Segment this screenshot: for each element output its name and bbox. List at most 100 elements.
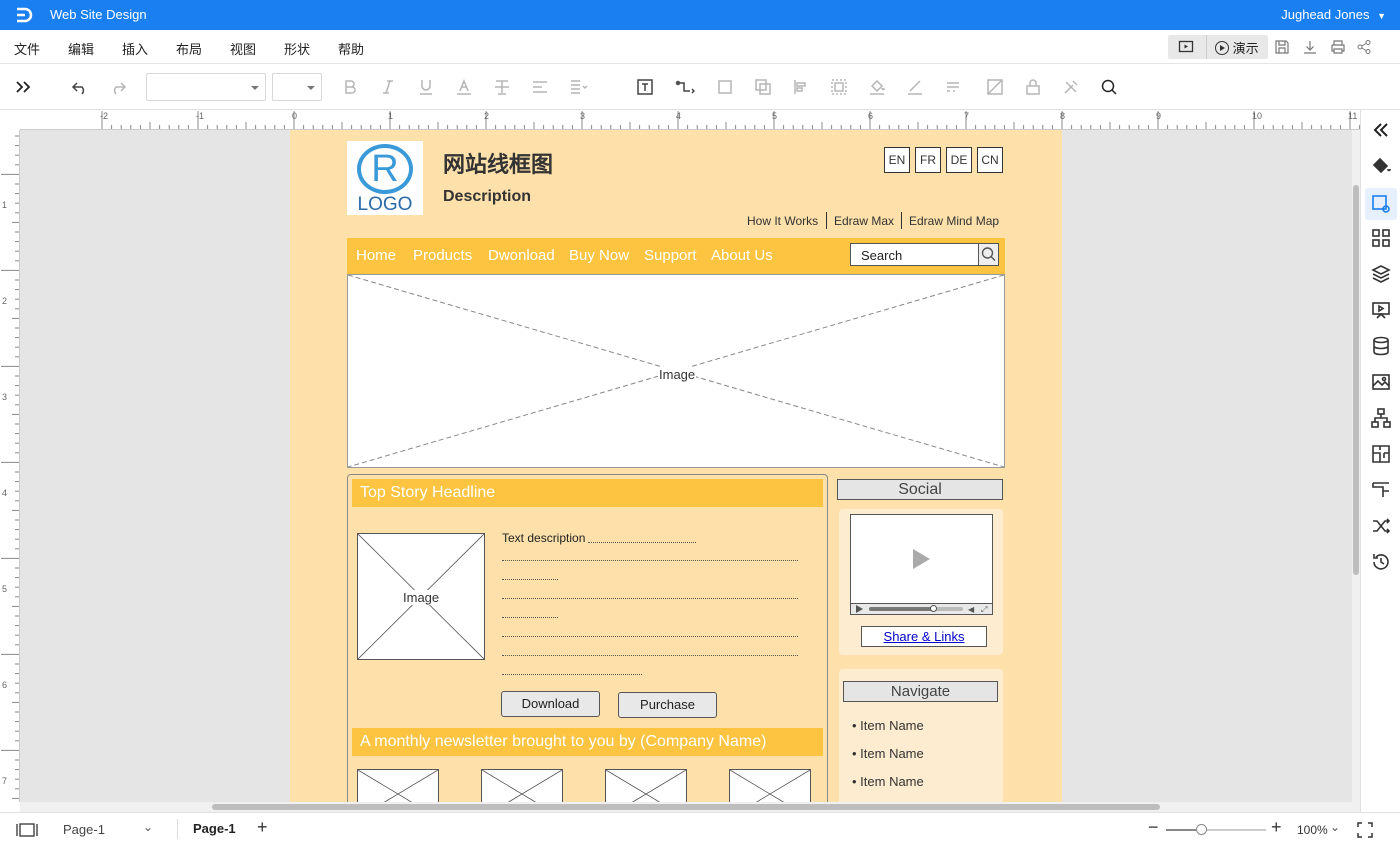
share-icon[interactable] [1356,39,1372,55]
fill-bucket-icon[interactable] [867,77,887,97]
floor-plan-icon[interactable] [1369,442,1393,466]
grid-icon[interactable] [1369,226,1393,250]
menu-layout[interactable]: 布局 [176,39,202,58]
zoom-level[interactable]: 100% [1297,823,1328,837]
site-search-button[interactable] [978,243,999,266]
nav-buy-now[interactable]: Buy Now [569,247,629,264]
underline-icon[interactable] [416,77,436,97]
add-page-icon[interactable]: + [257,817,268,838]
chevron-down-icon[interactable]: ⌄ [1330,820,1340,834]
page-selector[interactable]: Page-1 [63,822,105,837]
menu-edit[interactable]: 编辑 [68,39,94,58]
nav-list-item[interactable]: • Item Name [852,718,924,733]
align-icon[interactable] [530,77,550,97]
wireframe-page[interactable]: R LOGO 网站线框图 Description EN FR DE CN How… [290,130,1062,802]
org-chart-icon[interactable] [1369,406,1393,430]
download-button[interactable]: Download [501,691,600,717]
drawing-canvas[interactable]: R LOGO 网站线框图 Description EN FR DE CN How… [20,130,1352,802]
lang-fr-button[interactable]: FR [915,147,941,173]
undo-icon[interactable] [70,77,90,97]
menu-help[interactable]: 帮助 [338,39,364,58]
fullscreen-icon[interactable]: ⤢ [981,605,987,615]
tools-icon[interactable] [1061,77,1081,97]
arrange-icon[interactable] [753,77,773,97]
thumbnail-placeholder[interactable] [729,769,811,802]
lang-de-button[interactable]: DE [946,147,972,173]
tab-page-1[interactable]: Page-1 [193,821,236,836]
user-menu[interactable]: Jughead Jones ▼ [1281,7,1386,22]
line-style-icon[interactable] [945,77,965,97]
logo-placeholder[interactable]: R LOGO [347,141,423,215]
nav-download[interactable]: Dwonload [488,247,555,264]
save-icon[interactable] [1274,39,1290,55]
font-color-icon[interactable] [454,77,474,97]
link-edraw-max[interactable]: Edraw Max [834,214,894,228]
story-image-placeholder[interactable]: Image [357,533,485,660]
menu-view[interactable]: 视图 [230,39,256,58]
link-how-it-works[interactable]: How It Works [747,214,818,228]
nav-support[interactable]: Support [644,247,697,264]
vertical-scroll-thumb[interactable] [1353,185,1359,575]
thumbnail-placeholder[interactable] [605,769,687,802]
fullscreen-icon[interactable] [1357,822,1373,838]
database-icon[interactable] [1369,334,1393,358]
menu-insert[interactable]: 插入 [122,39,148,58]
site-search-input[interactable]: Search [850,243,980,266]
strikethrough-icon[interactable] [492,77,512,97]
print-icon[interactable] [1330,39,1346,55]
line-color-icon[interactable] [905,77,925,97]
horizontal-scrollbar[interactable] [20,802,1360,812]
horizontal-scroll-thumb[interactable] [212,804,1160,810]
link-edraw-mind-map[interactable]: Edraw Mind Map [909,214,999,228]
connector-icon[interactable] [675,77,696,97]
align-left-objects-icon[interactable] [791,77,811,97]
nav-about-us[interactable]: About Us [711,247,773,264]
page-panel-icon[interactable] [16,823,38,837]
thumbnail-placeholder[interactable] [481,769,563,802]
line-spacing-icon[interactable] [568,77,588,97]
share-links-link[interactable]: Share & Links [861,626,987,647]
group-icon[interactable] [829,77,849,97]
slideshow-icon[interactable] [1178,39,1194,55]
play-small-icon[interactable] [856,605,863,613]
volume-icon[interactable]: ◀ [968,605,974,614]
video-player[interactable]: ◀ ⤢ [850,514,993,615]
shuffle-icon[interactable] [1369,514,1393,538]
lang-cn-button[interactable]: CN [977,147,1003,173]
menu-shape[interactable]: 形状 [284,39,310,58]
collapse-right-icon[interactable] [1369,118,1393,142]
lang-en-button[interactable]: EN [884,147,910,173]
text-box-icon[interactable] [635,77,655,97]
hero-image-placeholder[interactable]: Image [347,274,1005,468]
layers-icon[interactable] [1369,262,1393,286]
image-icon[interactable] [1369,370,1393,394]
zoom-out-icon[interactable]: − [1148,817,1159,838]
nav-products[interactable]: Products [413,247,472,264]
no-edit-icon[interactable] [985,77,1005,97]
layout-icon[interactable] [1369,478,1393,502]
font-family-select[interactable] [146,73,266,101]
thumbnail-placeholder[interactable] [357,769,439,802]
italic-icon[interactable] [378,77,398,97]
menu-file[interactable]: 文件 [14,39,40,58]
purchase-button[interactable]: Purchase [618,692,717,718]
nav-list-item[interactable]: • Item Name [852,774,924,789]
zoom-in-icon[interactable]: + [1271,817,1282,838]
style-panel-icon[interactable] [1365,188,1397,220]
redo-icon[interactable] [108,77,128,97]
vertical-scrollbar[interactable] [1352,130,1360,802]
history-icon[interactable] [1369,550,1393,574]
fill-icon[interactable] [1369,154,1393,178]
collapse-panel-icon[interactable] [14,77,34,97]
presentation-icon[interactable] [1369,298,1393,322]
font-size-select[interactable] [272,73,322,101]
nav-home[interactable]: Home [356,247,396,264]
nav-list-item[interactable]: • Item Name [852,746,924,761]
lock-icon[interactable] [1023,77,1043,97]
present-button[interactable]: 演示 [1206,35,1268,59]
download-icon[interactable] [1302,39,1318,55]
border-icon[interactable] [715,77,735,97]
chevron-down-icon[interactable]: ⌄ [143,820,153,834]
video-progress-knob[interactable] [930,605,937,612]
bold-icon[interactable] [340,77,360,97]
